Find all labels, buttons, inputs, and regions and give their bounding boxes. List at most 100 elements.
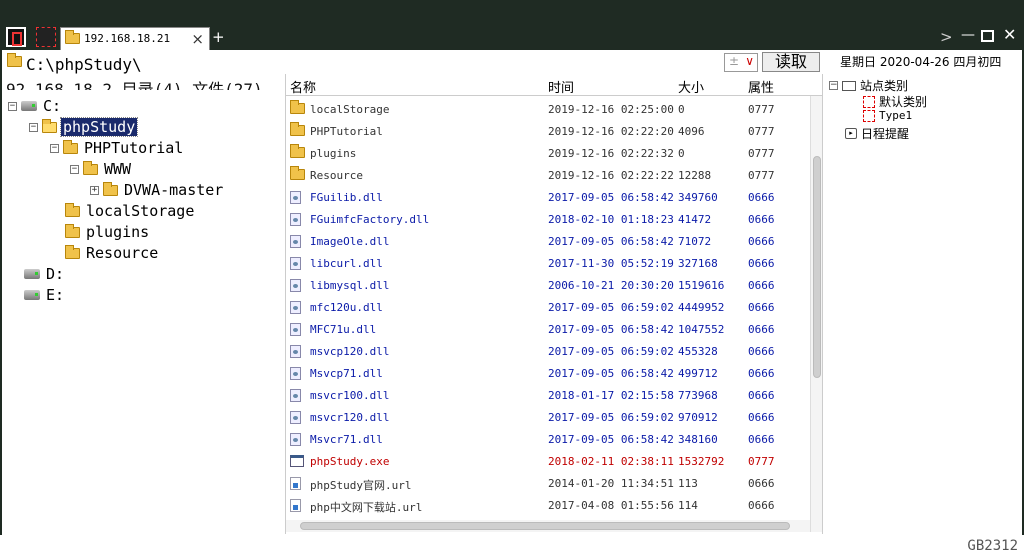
file-attr: 0666 bbox=[748, 499, 775, 512]
read-button[interactable]: 读取 bbox=[762, 52, 820, 72]
file-row[interactable]: msvcr100.dll 2018-01-17 02:15:58 773968 066… bbox=[286, 384, 806, 406]
collapse-icon[interactable]: − bbox=[829, 81, 838, 90]
dll-file-icon bbox=[290, 389, 301, 402]
file-size: 1532792 bbox=[678, 455, 725, 468]
file-row[interactable]: MFC71u.dll 2017-09-05 06:58:42 1047552 0666 bbox=[286, 318, 806, 340]
tree-node-label: localStorage bbox=[86, 202, 195, 220]
horizontal-scrollbar[interactable] bbox=[286, 520, 810, 532]
file-size: 0 bbox=[678, 147, 685, 160]
collapse-icon[interactable]: − bbox=[8, 101, 17, 111]
file-size: 71072 bbox=[678, 235, 712, 248]
directory-stats: 92.168.18.2 目录(4) 文件(27) bbox=[6, 80, 263, 90]
expand-icon[interactable]: + bbox=[90, 185, 99, 195]
tree-node-schedule[interactable]: ▸ 日程提醒 bbox=[845, 125, 909, 142]
file-size: 455328 bbox=[678, 345, 718, 358]
tree-node-label: Type1 bbox=[879, 109, 913, 122]
maximize-button[interactable] bbox=[981, 30, 994, 42]
file-time: 2017-09-05 06:59:02 bbox=[548, 345, 674, 358]
tree-node-dvwa[interactable]: + DVWA-master bbox=[90, 180, 225, 200]
file-size: 327168 bbox=[678, 257, 718, 270]
right-panel: − 站点类别 默认类别 Type1 ▸ 日程提醒 bbox=[822, 74, 1022, 534]
folder-icon bbox=[65, 223, 80, 238]
close-button[interactable]: ✕ bbox=[1003, 25, 1016, 44]
column-header-attr[interactable]: 属性 bbox=[748, 77, 774, 96]
column-header-time[interactable]: 时间 bbox=[548, 77, 574, 96]
tree-node-label: E: bbox=[46, 286, 65, 304]
vertical-scrollbar[interactable] bbox=[810, 96, 822, 532]
screenshot-icon[interactable] bbox=[36, 27, 56, 47]
encoding-indicator[interactable]: GB2312 bbox=[967, 538, 1018, 554]
file-time: 2018-02-10 01:18:23 bbox=[548, 213, 674, 226]
tree-node-d-drive[interactable]: D: bbox=[24, 264, 66, 284]
file-row[interactable]: Msvcr71.dll 2017-09-05 06:58:42 348160 0666 bbox=[286, 428, 806, 450]
tree-node-www[interactable]: − WWW bbox=[70, 159, 133, 179]
path-dropdown[interactable]: ± ∨ bbox=[724, 53, 758, 72]
file-size: 114 bbox=[678, 499, 698, 512]
file-time: 2019-12-16 02:22:20 bbox=[548, 125, 674, 138]
add-tab-button[interactable]: + bbox=[212, 28, 225, 46]
tree-node-site-category[interactable]: − 站点类别 bbox=[829, 77, 908, 94]
tree-node-plugins[interactable]: plugins bbox=[65, 222, 151, 242]
file-list: 名称 时间 大小 属性 localStorage 2019-12-16 02:25… bbox=[285, 74, 823, 534]
column-header-size[interactable]: 大小 bbox=[678, 77, 704, 96]
folder-icon bbox=[7, 53, 22, 67]
file-name: msvcr100.dll bbox=[310, 389, 390, 402]
file-row[interactable]: ImageOle.dll 2017-09-05 06:58:42 71072 0666 bbox=[286, 230, 806, 252]
file-time: 2019-12-16 02:22:22 bbox=[548, 169, 674, 182]
tree-node-c-drive[interactable]: − C: bbox=[8, 96, 63, 116]
file-row[interactable]: PHPTutorial 2019-12-16 02:22:20 4096 0777 bbox=[286, 120, 806, 142]
path-input[interactable] bbox=[26, 54, 726, 74]
collapse-icon[interactable]: − bbox=[50, 143, 59, 153]
file-row[interactable]: php中文网下载站.url 2017-04-08 01:55:56 114 0666 bbox=[286, 494, 806, 516]
file-row[interactable]: msvcp120.dll 2017-09-05 06:59:02 455328 066… bbox=[286, 340, 806, 362]
file-attr: 0777 bbox=[748, 147, 775, 160]
folder-icon bbox=[290, 122, 305, 136]
scrollbar-thumb[interactable] bbox=[813, 156, 821, 378]
folder-icon bbox=[290, 166, 305, 180]
tree-node-default-category[interactable]: 默认类别 bbox=[863, 93, 927, 110]
tree-node-type1[interactable]: Type1 bbox=[863, 109, 912, 122]
file-row[interactable]: plugins 2019-12-16 02:22:32 0 0777 bbox=[286, 142, 806, 164]
folder-icon bbox=[65, 244, 80, 259]
file-row[interactable]: phpStudy.exe 2018-02-11 02:38:11 1532792 07… bbox=[286, 450, 806, 472]
file-name: FGuimfcFactory.dll bbox=[310, 213, 430, 226]
file-row[interactable]: libcurl.dll 2017-11-30 05:52:19 327168 0666 bbox=[286, 252, 806, 274]
dropdown-value: ± bbox=[729, 54, 740, 68]
tab-active[interactable]: 192.168.18.21 × bbox=[60, 27, 210, 50]
file-row[interactable]: FGuimfcFactory.dll 2018-02-10 01:18:23 414… bbox=[286, 208, 806, 230]
file-name: Resource bbox=[310, 169, 363, 182]
tree-node-e-drive[interactable]: E: bbox=[24, 285, 66, 305]
app-icon[interactable] bbox=[6, 27, 26, 47]
tree-node-localstorage[interactable]: localStorage bbox=[65, 201, 196, 221]
file-time: 2017-11-30 05:52:19 bbox=[548, 257, 674, 270]
calendar-icon: ▸ bbox=[845, 128, 857, 139]
minimize-button[interactable]: — bbox=[961, 27, 975, 43]
file-row[interactable]: phpStudy官网.url 2014-01-20 11:34:51 113 0666 bbox=[286, 472, 806, 494]
collapse-icon[interactable]: − bbox=[70, 164, 79, 174]
file-time: 2017-09-05 06:58:42 bbox=[548, 367, 674, 380]
collapse-icon[interactable]: − bbox=[29, 122, 38, 132]
tree-node-label: C: bbox=[43, 97, 62, 115]
tree-node-phptutorial[interactable]: − PHPTutorial bbox=[50, 138, 185, 158]
file-size: 970912 bbox=[678, 411, 718, 424]
tab-close-button[interactable]: × bbox=[191, 30, 204, 48]
tree-node-label: 日程提醒 bbox=[861, 127, 910, 141]
file-attr: 0666 bbox=[748, 477, 775, 490]
chevron-right-icon[interactable]: > bbox=[940, 28, 953, 46]
file-row[interactable]: FGuilib.dll 2017-09-05 06:58:42 349760 0666 bbox=[286, 186, 806, 208]
file-row[interactable]: Resource 2019-12-16 02:22:22 12288 0777 bbox=[286, 164, 806, 186]
scrollbar-thumb[interactable] bbox=[300, 522, 790, 530]
file-row[interactable]: mfc120u.dll 2017-09-05 06:59:02 4449952 066… bbox=[286, 296, 806, 318]
file-row[interactable]: localStorage 2019-12-16 02:25:00 0 0777 bbox=[286, 98, 806, 120]
tree-node-phpstudy[interactable]: − phpStudy bbox=[29, 117, 139, 137]
dll-file-icon bbox=[290, 191, 301, 204]
file-row[interactable]: Msvcp71.dll 2017-09-05 06:58:42 499712 0666 bbox=[286, 362, 806, 384]
file-attr: 0666 bbox=[748, 257, 775, 270]
tree-node-resource[interactable]: Resource bbox=[65, 243, 160, 263]
file-attr: 0666 bbox=[748, 433, 775, 446]
file-row[interactable]: libmysql.dll 2006-10-21 20:30:20 1519616 06… bbox=[286, 274, 806, 296]
column-header-name[interactable]: 名称 bbox=[290, 77, 316, 96]
file-row[interactable]: msvcr120.dll 2017-09-05 06:59:02 970912 066… bbox=[286, 406, 806, 428]
file-attr: 0777 bbox=[748, 125, 775, 138]
category-icon bbox=[842, 80, 856, 91]
